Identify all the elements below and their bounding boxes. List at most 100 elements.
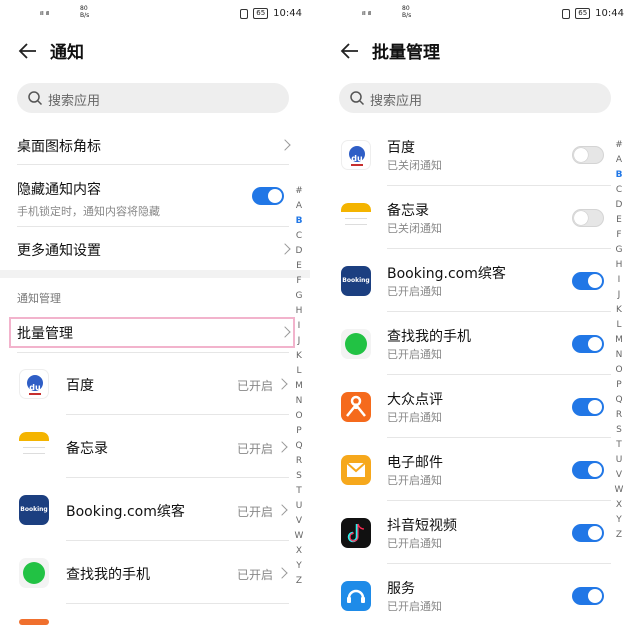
alphabet-letter[interactable]: Q — [613, 393, 625, 408]
divider — [66, 603, 289, 604]
alphabet-index[interactable]: # A B C D E F G H I J K L M N O P Q R S T U V W X Y Z — [293, 184, 305, 589]
alphabet-letter[interactable]: I — [293, 319, 305, 334]
notification-toggle[interactable] — [572, 272, 604, 290]
alphabet-letter[interactable]: W — [293, 529, 305, 544]
alphabet-letter[interactable]: R — [613, 408, 625, 423]
app-name: Booking.com缤客 — [387, 266, 506, 282]
back-arrow-icon[interactable] — [16, 39, 40, 63]
setting-label: 隐藏通知内容 — [17, 182, 101, 198]
app-status: 已开启通知 — [387, 285, 442, 298]
setting-label: 更多通知设置 — [17, 243, 101, 259]
alphabet-letter[interactable]: W — [613, 483, 625, 498]
search-input[interactable]: 搜索应用 — [339, 83, 611, 113]
alphabet-letter[interactable]: U — [613, 453, 625, 468]
app-state: 已开启 — [237, 442, 274, 456]
divider — [66, 540, 289, 541]
page-title: 通知 — [50, 43, 84, 63]
notification-toggle[interactable] — [572, 335, 604, 353]
battery-icon: 65 — [575, 8, 591, 19]
app-status: 已开启通知 — [387, 411, 442, 424]
more-settings-row[interactable]: 更多通知设置 — [17, 240, 291, 260]
notification-toggle[interactable] — [572, 146, 604, 164]
alphabet-letter[interactable]: M — [613, 333, 625, 348]
notification-toggle[interactable] — [572, 461, 604, 479]
alphabet-letter[interactable]: D — [613, 198, 625, 213]
alphabet-letter[interactable]: E — [293, 259, 305, 274]
alphabet-letter[interactable]: O — [613, 363, 625, 378]
hide-content-toggle[interactable] — [252, 187, 284, 205]
alphabet-letter[interactable]: N — [293, 394, 305, 409]
search-placeholder: 搜索应用 — [48, 94, 101, 109]
alphabet-letter[interactable]: H — [293, 304, 305, 319]
alphabet-letter[interactable]: R — [293, 454, 305, 469]
notification-toggle[interactable] — [572, 209, 604, 227]
search-icon — [350, 91, 365, 106]
batch-manage-row[interactable]: 批量管理 — [17, 323, 291, 343]
alphabet-letter[interactable]: P — [613, 378, 625, 393]
alphabet-letter[interactable]: N — [613, 348, 625, 363]
alphabet-letter[interactable]: K — [613, 303, 625, 318]
alphabet-letter[interactable]: C — [293, 229, 305, 244]
alphabet-letter[interactable]: Q — [293, 439, 305, 454]
alphabet-letter[interactable]: A — [293, 199, 305, 214]
alphabet-letter[interactable]: V — [613, 468, 625, 483]
alphabet-letter[interactable]: # — [293, 184, 305, 199]
alphabet-letter[interactable]: D — [293, 244, 305, 259]
app-name: 备忘录 — [66, 441, 108, 457]
page-title: 批量管理 — [372, 43, 440, 63]
alphabet-letter[interactable]: # — [613, 138, 625, 153]
alphabet-letter[interactable]: X — [293, 544, 305, 559]
notification-toggle[interactable] — [572, 398, 604, 416]
notification-toggle[interactable] — [572, 587, 604, 605]
app-state: 已开启 — [237, 379, 274, 393]
back-arrow-icon[interactable] — [338, 39, 362, 63]
badge-setting-row[interactable]: 桌面图标角标 — [17, 136, 291, 156]
alphabet-letter[interactable]: Y — [293, 559, 305, 574]
alphabet-letter[interactable]: A — [613, 153, 625, 168]
alphabet-letter[interactable]: B — [293, 214, 305, 229]
search-placeholder: 搜索应用 — [370, 94, 423, 109]
alphabet-letter[interactable]: J — [293, 334, 305, 349]
alphabet-letter[interactable]: E — [613, 213, 625, 228]
alphabet-letter[interactable]: H — [613, 258, 625, 273]
section-separator — [0, 270, 310, 278]
app-status: 已开启通知 — [387, 348, 442, 361]
alphabet-letter[interactable]: B — [613, 168, 625, 183]
app-status: 已关闭通知 — [387, 222, 442, 235]
alphabet-letter[interactable]: G — [293, 289, 305, 304]
email-icon — [341, 455, 371, 485]
alphabet-letter[interactable]: I — [613, 273, 625, 288]
alphabet-letter[interactable]: L — [613, 318, 625, 333]
search-input[interactable]: 搜索应用 — [17, 83, 289, 113]
section-header: 通知管理 — [17, 292, 61, 305]
alphabet-letter[interactable]: T — [613, 438, 625, 453]
chevron-right-icon — [276, 567, 288, 579]
alphabet-letter[interactable]: X — [613, 498, 625, 513]
batch-manage-screen: ᵢₗₗ ᵢₗₗ 80 B/s 65 10:44 批量管理 搜索应用 du 百度 已关闭… — [322, 0, 632, 625]
app-state: 已开启 — [237, 505, 274, 519]
batch-label: 批量管理 — [17, 326, 73, 342]
divider — [17, 226, 289, 227]
network-speed: 80 B/s — [402, 5, 412, 19]
alphabet-letter[interactable]: F — [613, 228, 625, 243]
alphabet-letter[interactable]: Z — [613, 528, 625, 543]
alphabet-letter[interactable]: C — [613, 183, 625, 198]
alphabet-letter[interactable]: M — [293, 379, 305, 394]
alphabet-letter[interactable]: G — [613, 243, 625, 258]
alphabet-letter[interactable]: F — [293, 274, 305, 289]
alphabet-letter[interactable]: U — [293, 499, 305, 514]
alphabet-letter[interactable]: V — [293, 514, 305, 529]
notification-toggle[interactable] — [572, 524, 604, 542]
alphabet-letter[interactable]: P — [293, 424, 305, 439]
alphabet-letter[interactable]: S — [293, 469, 305, 484]
alphabet-letter[interactable]: K — [293, 349, 305, 364]
alphabet-index[interactable]: # A B C D E F G H I J K L M N O P Q R S T U V W X Y Z — [613, 138, 625, 543]
alphabet-letter[interactable]: L — [293, 364, 305, 379]
alphabet-letter[interactable]: S — [613, 423, 625, 438]
chevron-right-icon — [276, 441, 288, 453]
alphabet-letter[interactable]: Y — [613, 513, 625, 528]
alphabet-letter[interactable]: J — [613, 288, 625, 303]
alphabet-letter[interactable]: T — [293, 484, 305, 499]
alphabet-letter[interactable]: Z — [293, 574, 305, 589]
alphabet-letter[interactable]: O — [293, 409, 305, 424]
